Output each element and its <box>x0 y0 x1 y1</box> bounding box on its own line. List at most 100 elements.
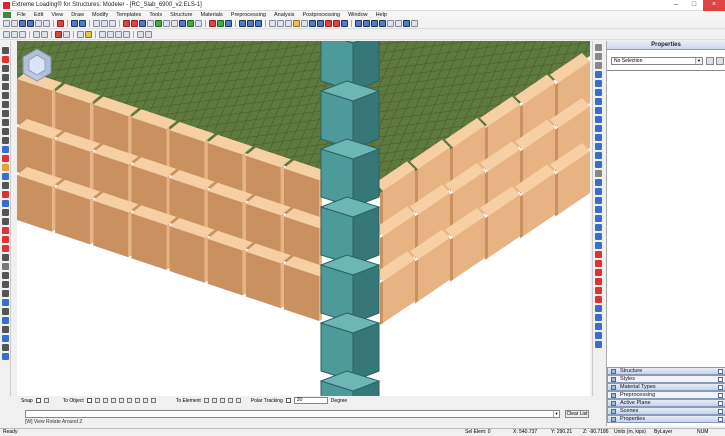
secondary-tool-18-icon[interactable] <box>137 31 144 38</box>
right-tool-14-icon[interactable] <box>595 170 602 177</box>
left-tool-12-icon[interactable] <box>1 155 9 162</box>
secondary-tool-13-icon[interactable] <box>99 31 106 38</box>
minimize-button[interactable]: – <box>667 0 685 11</box>
main-tool-9-icon[interactable] <box>71 20 78 27</box>
secondary-tool-0-icon[interactable] <box>3 31 10 38</box>
snap-node-icon[interactable] <box>118 398 124 403</box>
right-tool-24-icon[interactable] <box>595 260 602 267</box>
panel-styles[interactable]: Styles <box>607 375 725 383</box>
model-scene[interactable] <box>17 41 590 396</box>
left-tool-34-icon[interactable] <box>1 353 9 360</box>
left-tool-29-icon[interactable] <box>1 308 9 315</box>
panel-expand-icon[interactable] <box>611 393 616 398</box>
main-tool-3-icon[interactable] <box>27 20 34 27</box>
main-tool-31-icon[interactable] <box>239 20 246 27</box>
secondary-tool-10-icon[interactable] <box>77 31 84 38</box>
left-tool-22-icon[interactable] <box>1 245 9 252</box>
main-tool-28-icon[interactable] <box>217 20 224 27</box>
main-tool-33-icon[interactable] <box>255 20 262 27</box>
main-tool-52-icon[interactable] <box>403 20 410 27</box>
main-tool-43-icon[interactable] <box>333 20 340 27</box>
menu-analysis[interactable]: Analysis <box>270 11 298 19</box>
main-tool-5-icon[interactable] <box>43 20 50 27</box>
maximize-button[interactable]: □ <box>685 0 703 11</box>
main-tool-20-icon[interactable] <box>155 20 162 27</box>
secondary-tool-14-icon[interactable] <box>107 31 114 38</box>
right-tool-17-icon[interactable] <box>595 197 602 204</box>
main-tool-7-icon[interactable] <box>57 20 64 27</box>
menu-help[interactable]: Help <box>372 11 391 19</box>
main-tool-22-icon[interactable] <box>171 20 178 27</box>
main-tool-4-icon[interactable] <box>35 20 42 27</box>
main-tool-14-icon[interactable] <box>109 20 116 27</box>
menu-edit[interactable]: Edit <box>30 11 47 19</box>
secondary-tool-2-icon[interactable] <box>19 31 26 38</box>
snap-tangent-icon[interactable] <box>142 398 148 403</box>
main-tool-19-icon[interactable] <box>147 20 154 27</box>
main-tool-23-icon[interactable] <box>179 20 186 27</box>
right-tool-20-icon[interactable] <box>595 224 602 231</box>
main-tool-16-icon[interactable] <box>123 20 130 27</box>
right-tool-27-icon[interactable] <box>595 287 602 294</box>
panel-expand-icon[interactable] <box>611 385 616 390</box>
left-tool-4-icon[interactable] <box>1 83 9 90</box>
left-tool-3-icon[interactable] <box>1 74 9 81</box>
main-tool-25-icon[interactable] <box>195 20 202 27</box>
model-viewport[interactable] <box>17 41 590 396</box>
menu-view[interactable]: View <box>47 11 67 19</box>
panel-pin-icon[interactable] <box>718 401 723 406</box>
clear-list-button[interactable]: Clear List <box>565 410 589 418</box>
right-tool-8-icon[interactable] <box>595 116 602 123</box>
panel-scenes[interactable]: Scenes <box>607 407 725 415</box>
panel-pin-icon[interactable] <box>718 377 723 382</box>
left-tool-15-icon[interactable] <box>1 182 9 189</box>
panel-properties[interactable]: Properties <box>607 415 725 423</box>
left-tool-25-icon[interactable] <box>1 272 9 279</box>
main-tool-10-icon[interactable] <box>79 20 86 27</box>
main-tool-48-icon[interactable] <box>371 20 378 27</box>
left-tool-20-icon[interactable] <box>1 227 9 234</box>
panel-expand-icon[interactable] <box>611 377 616 382</box>
main-tool-39-icon[interactable] <box>301 20 308 27</box>
right-tool-29-icon[interactable] <box>595 305 602 312</box>
main-tool-44-icon[interactable] <box>341 20 348 27</box>
menu-materials[interactable]: Materials <box>196 11 226 19</box>
secondary-tool-19-icon[interactable] <box>145 31 152 38</box>
main-tool-49-icon[interactable] <box>379 20 386 27</box>
command-input[interactable]: ▼ <box>25 410 560 418</box>
main-tool-36-icon[interactable] <box>277 20 284 27</box>
properties-sort-icon[interactable] <box>706 57 714 65</box>
right-tool-13-icon[interactable] <box>595 161 602 168</box>
panel-pin-icon[interactable] <box>718 385 723 390</box>
panel-pin-icon[interactable] <box>718 417 723 422</box>
status-units[interactable]: Units (m, kips) <box>614 429 646 436</box>
properties-filter-icon[interactable] <box>716 57 724 65</box>
main-tool-1-icon[interactable] <box>11 20 18 27</box>
left-tool-27-icon[interactable] <box>1 290 9 297</box>
left-tool-6-icon[interactable] <box>1 101 9 108</box>
right-tool-23-icon[interactable] <box>595 251 602 258</box>
right-tool-15-icon[interactable] <box>595 179 602 186</box>
right-tool-0-icon[interactable] <box>595 44 602 51</box>
polar-tracking-checkbox[interactable] <box>285 398 291 403</box>
chevron-down-icon[interactable]: ▼ <box>695 58 702 64</box>
main-tool-17-icon[interactable] <box>131 20 138 27</box>
main-tool-13-icon[interactable] <box>101 20 108 27</box>
left-tool-8-icon[interactable] <box>1 119 9 126</box>
element-snap-2-icon[interactable] <box>211 398 217 403</box>
main-tool-51-icon[interactable] <box>395 20 402 27</box>
secondary-tool-5-icon[interactable] <box>41 31 48 38</box>
left-tool-11-icon[interactable] <box>1 146 9 153</box>
menu-modify[interactable]: Modify <box>88 11 112 19</box>
right-tool-2-icon[interactable] <box>595 62 602 69</box>
snap-perpendicular-icon[interactable] <box>134 398 140 403</box>
status-layer[interactable]: ByLayer <box>654 429 672 436</box>
element-snap-5-icon[interactable] <box>235 398 241 403</box>
right-tool-3-icon[interactable] <box>595 71 602 78</box>
main-tool-47-icon[interactable] <box>363 20 370 27</box>
right-tool-10-icon[interactable] <box>595 134 602 141</box>
left-tool-30-icon[interactable] <box>1 317 9 324</box>
snap-settings-icon[interactable] <box>43 398 49 403</box>
menu-file[interactable]: File <box>13 11 30 19</box>
snap-endpoint-icon[interactable] <box>94 398 100 403</box>
